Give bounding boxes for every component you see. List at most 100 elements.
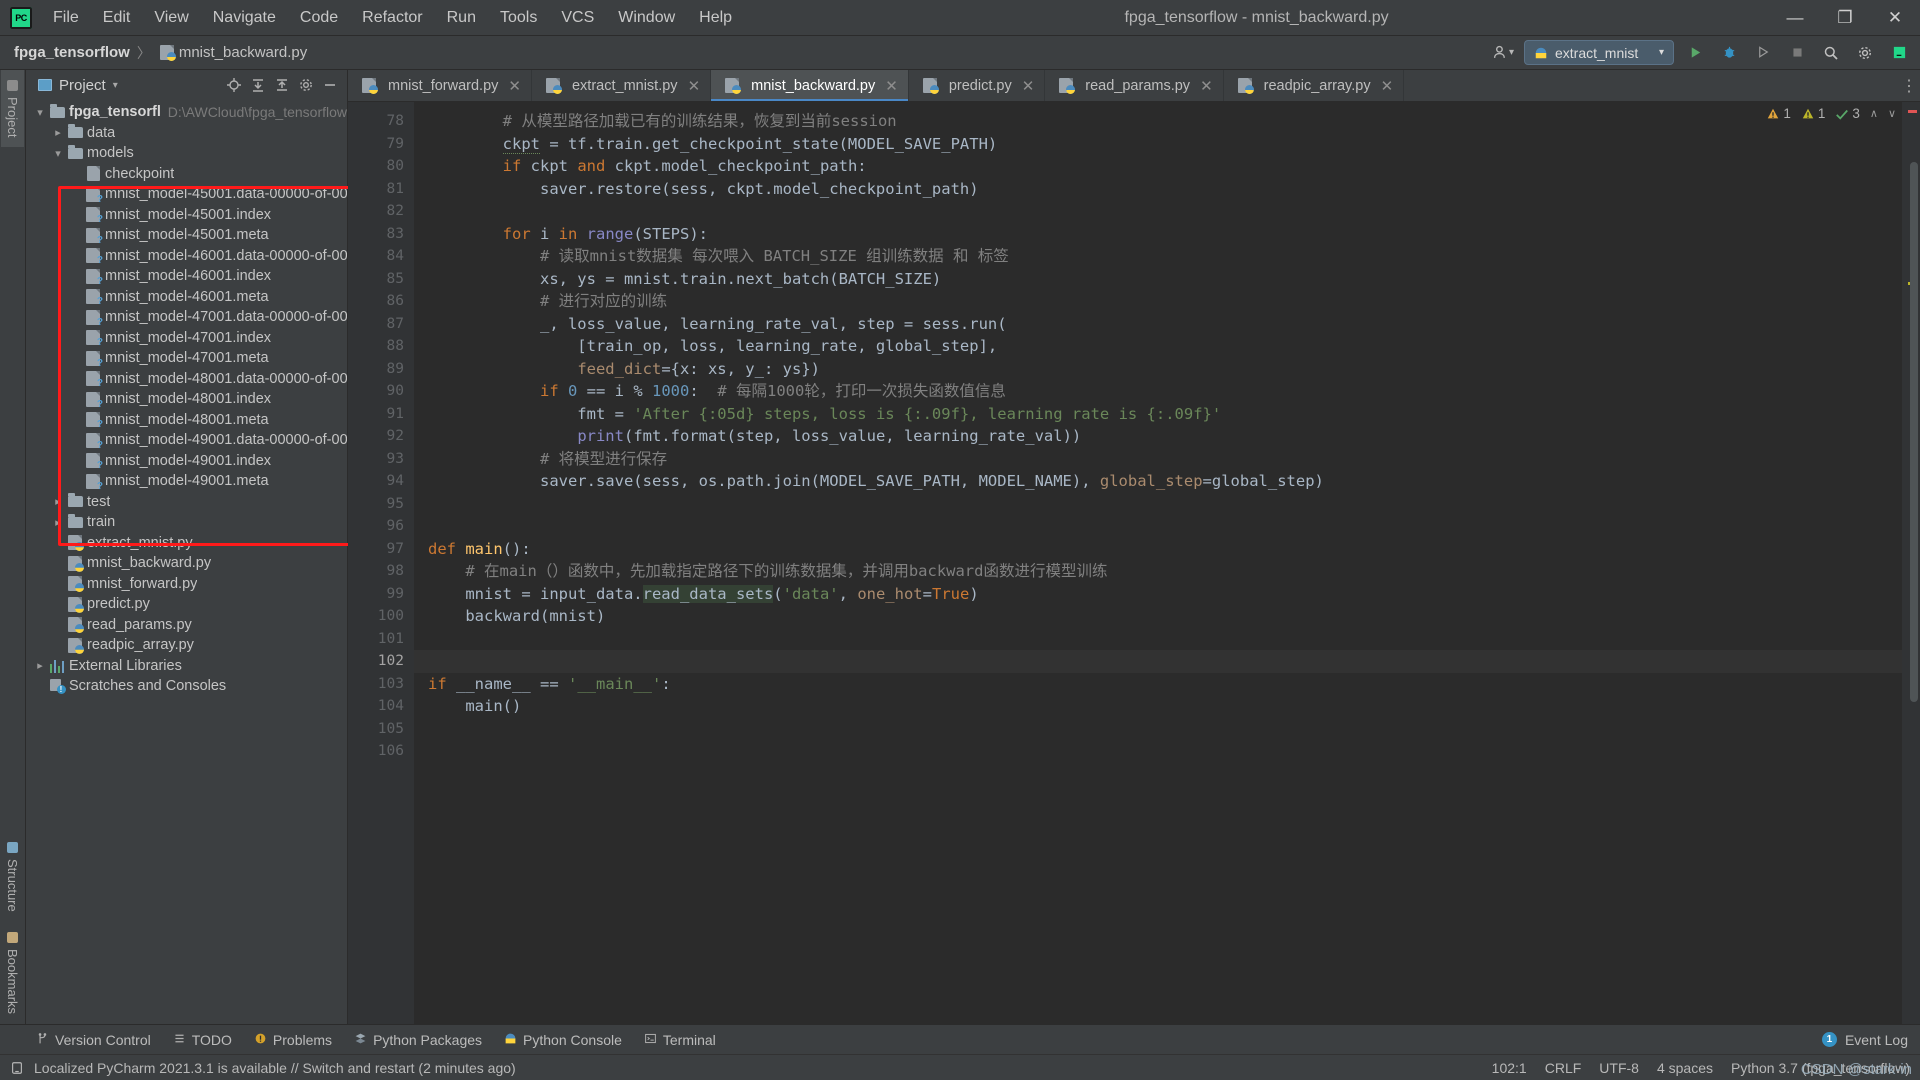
tree-item-mnist-backward-py[interactable]: ▸mnist_backward.py [26, 553, 347, 574]
line-number-82[interactable]: 82 [348, 200, 414, 223]
close-tab-icon[interactable]: ✕ [885, 77, 898, 95]
tree-item-models[interactable]: ▾ models [26, 143, 347, 164]
code-line-97[interactable]: def main(): [428, 538, 1902, 561]
menu-help[interactable]: Help [688, 5, 743, 31]
line-number-gutter[interactable]: 787980818283⏏84858687888990⏏91929394⏏959… [348, 102, 428, 1024]
menu-file[interactable]: File [42, 5, 90, 31]
line-number-79[interactable]: 79 [348, 133, 414, 156]
code-line-81[interactable]: saver.restore(sess, ckpt.model_checkpoin… [428, 178, 1902, 201]
chevron-right-icon[interactable]: ▸ [50, 126, 66, 139]
chevron-down-icon[interactable]: ▾ [113, 80, 118, 91]
code-line-90[interactable]: if 0 == i % 1000: # 每隔1000轮，打印一次损失函数值信息 [428, 380, 1902, 403]
search-icon[interactable] [1818, 40, 1844, 66]
tree-item-mnist-model-47001-index[interactable]: ▸?mnist_model-47001.index [26, 328, 347, 349]
coverage-icon[interactable] [1750, 40, 1776, 66]
code-line-88[interactable]: [train_op, loss, learning_rate, global_s… [428, 335, 1902, 358]
tree-item-predict-py[interactable]: ▸predict.py [26, 594, 347, 615]
editor-tab-mnist_backward-py[interactable]: mnist_backward.py ✕ [711, 70, 909, 101]
code-line-83[interactable]: for i in range(STEPS): [428, 223, 1902, 246]
editor-tab-bar[interactable]: mnist_forward.py ✕ extract_mnist.py ✕ mnist_… [348, 70, 1920, 102]
event-log-area[interactable]: 1 Event Log [1821, 1032, 1920, 1048]
menu-tools[interactable]: Tools [489, 5, 548, 31]
locate-icon[interactable] [223, 74, 245, 96]
collapse-all-icon[interactable] [271, 74, 293, 96]
code-line-99[interactable]: mnist = input_data.read_data_sets('data'… [428, 583, 1902, 606]
line-number-101[interactable]: 101 [348, 628, 414, 651]
tree-item-mnist-model-47001-data-00000-of-00001[interactable]: ▸?mnist_model-47001.data-00000-of-00001 [26, 307, 347, 328]
close-tab-icon[interactable]: ✕ [508, 77, 521, 95]
line-number-85[interactable]: 85 [348, 268, 414, 291]
editor-scroll-thumb[interactable] [1910, 162, 1918, 702]
code-line-82[interactable] [428, 200, 1902, 223]
project-file-tree[interactable]: ▾ fpga_tensorflow D:\AWCloud\fpga_tensorfl… [26, 100, 347, 1024]
tree-item-mnist-model-47001-meta[interactable]: ▸?mnist_model-47001.meta [26, 348, 347, 369]
menu-vcs[interactable]: VCS [550, 5, 605, 31]
line-number-103[interactable]: 103▶ [348, 673, 428, 696]
prev-problem-icon[interactable]: ∧ [1870, 107, 1878, 120]
editor-tab-readpic_array-py[interactable]: readpic_array.py ✕ [1224, 70, 1405, 101]
tree-item-read-params-py[interactable]: ▸read_params.py [26, 615, 347, 636]
code-line-104[interactable]: main() [428, 695, 1902, 718]
run-button[interactable] [1682, 40, 1708, 66]
next-problem-icon[interactable]: ∨ [1888, 107, 1896, 120]
code-line-91[interactable]: fmt = 'After {:05d} steps, loss is {:.09… [428, 403, 1902, 426]
chevron-down-icon[interactable]: ▾ [50, 147, 66, 160]
menu-edit[interactable]: Edit [92, 5, 142, 31]
debug-icon[interactable] [1716, 40, 1742, 66]
close-button[interactable]: ✕ [1870, 0, 1920, 36]
project-panel-title[interactable]: Project ▾ [38, 77, 118, 94]
event-log-label[interactable]: Event Log [1845, 1032, 1908, 1048]
line-number-102[interactable]: 102 [348, 650, 414, 673]
inspection-widget[interactable]: 1 1 3 ∧ ∨ [1766, 106, 1896, 121]
code-line-101[interactable] [428, 628, 1902, 651]
tree-item-external-libraries[interactable]: ▸ External Libraries [26, 656, 347, 677]
line-number-104[interactable]: 104 [348, 695, 414, 718]
line-number-91[interactable]: 91 [348, 403, 414, 426]
line-number-98[interactable]: 98 [348, 560, 414, 583]
code-line-100[interactable]: backward(mnist) [428, 605, 1902, 628]
tree-item-mnist-model-48001-data-00000-of-00001[interactable]: ▸?mnist_model-48001.data-00000-of-00001 [26, 369, 347, 390]
tree-item-mnist-model-45001-meta[interactable]: ▸?mnist_model-45001.meta [26, 225, 347, 246]
line-number-86[interactable]: 86 [348, 290, 414, 313]
tree-item-fpga-tensorflow[interactable]: ▾ fpga_tensorflow D:\AWCloud\fpga_tensorfl… [26, 102, 347, 123]
tree-item-extract-mnist-py[interactable]: ▸extract_mnist.py [26, 533, 347, 554]
code-line-105[interactable] [428, 718, 1902, 741]
hide-panel-icon[interactable] [319, 74, 341, 96]
line-number-83[interactable]: 83⏏ [348, 223, 428, 246]
line-separator[interactable]: CRLF [1545, 1060, 1582, 1076]
line-number-84[interactable]: 84 [348, 245, 414, 268]
user-icon[interactable]: ▾ [1490, 40, 1516, 66]
tool-tab-structure[interactable]: Structure [1, 832, 24, 922]
bottom-tab-python-packages[interactable]: Python Packages [354, 1032, 482, 1048]
chevron-right-icon[interactable]: ▸ [32, 659, 48, 672]
tree-item-readpic-array-py[interactable]: ▸readpic_array.py [26, 635, 347, 656]
editor-area[interactable]: 787980818283⏏84858687888990⏏91929394⏏959… [348, 102, 1920, 1024]
close-tab-icon[interactable]: ✕ [1200, 77, 1213, 95]
bottom-tab-todo[interactable]: TODO [173, 1032, 232, 1048]
tree-item-test[interactable]: ▸ test [26, 492, 347, 513]
tree-item-scratches-and-consoles[interactable]: ▸!Scratches and Consoles [26, 676, 347, 697]
code-line-94[interactable]: saver.save(sess, os.path.join(MODEL_SAVE… [428, 470, 1902, 493]
code-line-102[interactable] [414, 650, 1902, 673]
marker-scrollbar[interactable] [1902, 102, 1920, 1024]
status-message[interactable]: Localized PyCharm 2021.3.1 is available … [34, 1060, 516, 1076]
editor-tab-read_params-py[interactable]: read_params.py ✕ [1045, 70, 1224, 101]
line-number-88[interactable]: 88 [348, 335, 414, 358]
code-line-80[interactable]: if ckpt and ckpt.model_checkpoint_path: [428, 155, 1902, 178]
tree-item-mnist-model-48001-meta[interactable]: ▸?mnist_model-48001.meta [26, 410, 347, 431]
line-number-90[interactable]: 90⏏ [348, 380, 428, 403]
chevron-right-icon[interactable]: ▸ [50, 495, 66, 508]
code-line-98[interactable]: # 在main（）函数中，先加载指定路径下的训练数据集，并调用backward函… [428, 560, 1902, 583]
line-number-81[interactable]: 81 [348, 178, 414, 201]
code-line-92[interactable]: print(fmt.format(step, loss_value, learn… [428, 425, 1902, 448]
tool-tab-bookmarks[interactable]: Bookmarks [1, 922, 24, 1024]
bottom-tab-problems[interactable]: Problems [254, 1032, 332, 1048]
editor-tab-mnist_forward-py[interactable]: mnist_forward.py ✕ [348, 70, 532, 101]
code-line-87[interactable]: _, loss_value, learning_rate_val, step =… [428, 313, 1902, 336]
tree-item-mnist-model-49001-meta[interactable]: ▸?mnist_model-49001.meta [26, 471, 347, 492]
line-number-106[interactable]: 106 [348, 740, 414, 763]
tree-item-checkpoint[interactable]: ▸checkpoint [26, 164, 347, 185]
line-number-99[interactable]: 99 [348, 583, 414, 606]
bottom-tab-python-console[interactable]: Python Console [504, 1032, 622, 1048]
line-number-80[interactable]: 80 [348, 155, 414, 178]
